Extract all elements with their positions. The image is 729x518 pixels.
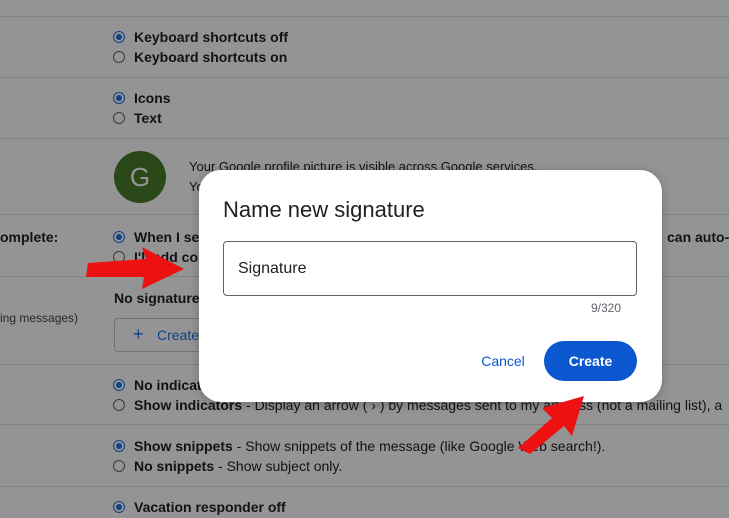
arrow-shape-right: [518, 396, 584, 454]
name-signature-dialog: Name new signature 9/320 Cancel Create: [199, 170, 662, 402]
annotation-arrow-right: [518, 396, 584, 454]
arrow-shape-left: [86, 247, 184, 289]
signature-name-input[interactable]: [223, 241, 637, 296]
cancel-button[interactable]: Cancel: [471, 341, 535, 381]
dialog-title: Name new signature: [223, 197, 425, 222]
character-counter: 9/320: [590, 301, 621, 315]
annotation-arrow-left: [86, 247, 184, 289]
create-button[interactable]: Create: [544, 341, 637, 381]
